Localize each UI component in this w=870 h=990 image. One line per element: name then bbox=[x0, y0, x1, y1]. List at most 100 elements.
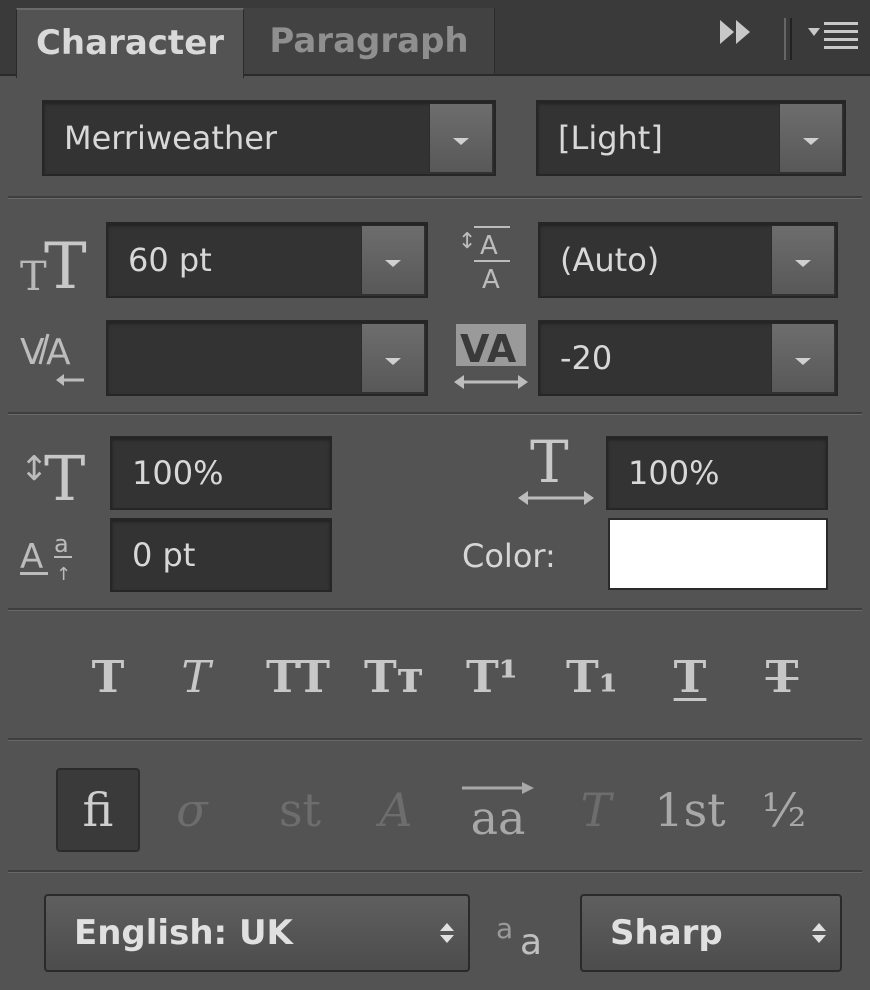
old-style-button[interactable]: σ bbox=[150, 768, 234, 852]
horizontal-scale-icon: T bbox=[514, 430, 598, 510]
tab-paragraph[interactable]: Paragraph bbox=[244, 8, 495, 74]
font-family-value: Merriweather bbox=[64, 119, 278, 157]
svg-text:T: T bbox=[530, 430, 569, 496]
font-family-dropdown-button[interactable] bbox=[429, 104, 492, 172]
small-caps-button[interactable]: Tт bbox=[352, 642, 436, 712]
tabbar-divider bbox=[784, 18, 786, 60]
stylistic-alternates-glyph: T bbox=[580, 783, 612, 837]
ordinals-glyph: 1st bbox=[654, 783, 726, 837]
anti-alias-icon: aa bbox=[490, 904, 560, 964]
old-style-glyph: σ bbox=[176, 783, 208, 837]
ligatures-button[interactable]: fi bbox=[56, 768, 140, 852]
font-style-field[interactable]: [Light] bbox=[536, 100, 846, 176]
strikethrough-button[interactable]: T bbox=[742, 642, 822, 712]
ordinals-button[interactable]: 1st bbox=[644, 768, 736, 852]
all-caps-glyph: TT bbox=[266, 651, 330, 703]
svg-text:↑: ↑ bbox=[56, 564, 71, 585]
chevron-down-icon bbox=[795, 357, 811, 365]
faux-bold-button[interactable]: T bbox=[68, 642, 148, 712]
svg-text:A: A bbox=[480, 231, 498, 261]
section-divider bbox=[8, 412, 862, 415]
font-family-field[interactable]: Merriweather bbox=[42, 100, 496, 176]
faux-italic-button[interactable]: T bbox=[156, 642, 236, 712]
svg-text:T: T bbox=[20, 254, 47, 298]
tracking-dropdown-button[interactable] bbox=[771, 324, 834, 392]
stylistic-alternates-button[interactable]: T bbox=[554, 768, 638, 852]
discretionary-ligatures-glyph: st bbox=[278, 783, 322, 837]
underline-button[interactable]: T bbox=[650, 642, 730, 712]
leading-dropdown-button[interactable] bbox=[771, 226, 834, 294]
anti-alias-select[interactable]: Sharp bbox=[580, 894, 842, 972]
swash-glyph: A bbox=[379, 783, 413, 837]
font-size-dropdown-button[interactable] bbox=[361, 226, 424, 294]
swash-button[interactable]: A bbox=[354, 768, 438, 852]
horizontal-scale-field[interactable]: 100% bbox=[606, 436, 828, 510]
all-caps-button[interactable]: TT bbox=[254, 642, 342, 712]
panel-menu-icon[interactable] bbox=[806, 14, 862, 64]
subscript-button[interactable]: T₁ bbox=[552, 642, 632, 712]
svg-text:T: T bbox=[44, 230, 87, 298]
svg-text:A: A bbox=[20, 537, 43, 577]
leading-value: (Auto) bbox=[560, 241, 660, 279]
section-divider bbox=[8, 608, 862, 611]
updown-arrows-icon bbox=[812, 896, 826, 970]
svg-text:VA: VA bbox=[460, 327, 517, 371]
font-style-dropdown-button[interactable] bbox=[779, 104, 842, 172]
collapse-double-arrow-icon[interactable] bbox=[716, 14, 760, 64]
svg-text:a: a bbox=[54, 530, 69, 558]
vertical-scale-value: 100% bbox=[132, 454, 224, 492]
language-value: English: UK bbox=[74, 913, 293, 953]
small-caps-glyph: Tт bbox=[363, 651, 424, 703]
color-label: Color: bbox=[462, 537, 556, 575]
svg-text:a: a bbox=[496, 912, 513, 945]
ligatures-glyph: fi bbox=[82, 783, 114, 837]
leading-icon: ↕ A A bbox=[452, 222, 532, 298]
baseline-shift-value: 0 pt bbox=[132, 536, 196, 574]
leading-field[interactable]: (Auto) bbox=[538, 222, 838, 298]
section-divider bbox=[8, 870, 862, 873]
updown-arrows-icon bbox=[440, 896, 454, 970]
chevron-down-icon bbox=[385, 357, 401, 365]
titling-alternates-glyph: aa bbox=[470, 791, 526, 845]
chevron-down-icon bbox=[803, 137, 819, 145]
discretionary-ligatures-button[interactable]: st bbox=[258, 768, 342, 852]
fractions-glyph: ½ bbox=[761, 783, 807, 837]
chevron-down-icon bbox=[385, 259, 401, 267]
svg-text:A: A bbox=[482, 265, 500, 295]
kerning-icon: VA bbox=[18, 320, 98, 396]
font-style-value: [Light] bbox=[558, 119, 663, 157]
superscript-button[interactable]: T¹ bbox=[452, 642, 532, 712]
character-panel: Character Paragraph Merriweather [Light]… bbox=[0, 0, 870, 990]
svg-text:a: a bbox=[520, 922, 542, 963]
font-size-icon: TT bbox=[18, 226, 98, 298]
tab-character[interactable]: Character bbox=[16, 8, 244, 78]
horizontal-scale-value: 100% bbox=[628, 454, 720, 492]
titling-alternates-button[interactable]: aa bbox=[452, 768, 544, 852]
language-select[interactable]: English: UK bbox=[44, 894, 470, 972]
chevron-down-icon bbox=[795, 259, 811, 267]
chevron-down-icon bbox=[453, 137, 469, 145]
faux-bold-glyph: T bbox=[91, 651, 125, 703]
tab-bar: Character Paragraph bbox=[0, 0, 870, 78]
section-divider bbox=[8, 196, 862, 199]
tabbar-divider-shadow bbox=[790, 18, 792, 60]
tracking-field[interactable]: -20 bbox=[538, 320, 838, 396]
font-size-field[interactable]: 60 pt bbox=[106, 222, 428, 298]
svg-text:V: V bbox=[20, 332, 45, 373]
subscript-glyph: T₁ bbox=[565, 651, 618, 703]
font-size-value: 60 pt bbox=[128, 241, 212, 279]
text-color-swatch[interactable] bbox=[608, 518, 828, 590]
section-divider bbox=[8, 738, 862, 741]
faux-italic-glyph: T bbox=[181, 651, 211, 703]
baseline-shift-field[interactable]: 0 pt bbox=[110, 518, 332, 592]
tracking-icon: VA bbox=[450, 318, 534, 398]
vertical-scale-icon: ↕ T bbox=[18, 436, 102, 510]
kerning-dropdown-button[interactable] bbox=[361, 324, 424, 392]
kerning-field[interactable] bbox=[106, 320, 428, 396]
strikethrough-glyph: T bbox=[765, 651, 799, 703]
baseline-shift-icon: Aa ↑ bbox=[18, 518, 102, 592]
vertical-scale-field[interactable]: 100% bbox=[110, 436, 332, 510]
fractions-button[interactable]: ½ bbox=[742, 768, 826, 852]
svg-text:A: A bbox=[46, 332, 71, 373]
underline-glyph: T bbox=[673, 651, 707, 703]
